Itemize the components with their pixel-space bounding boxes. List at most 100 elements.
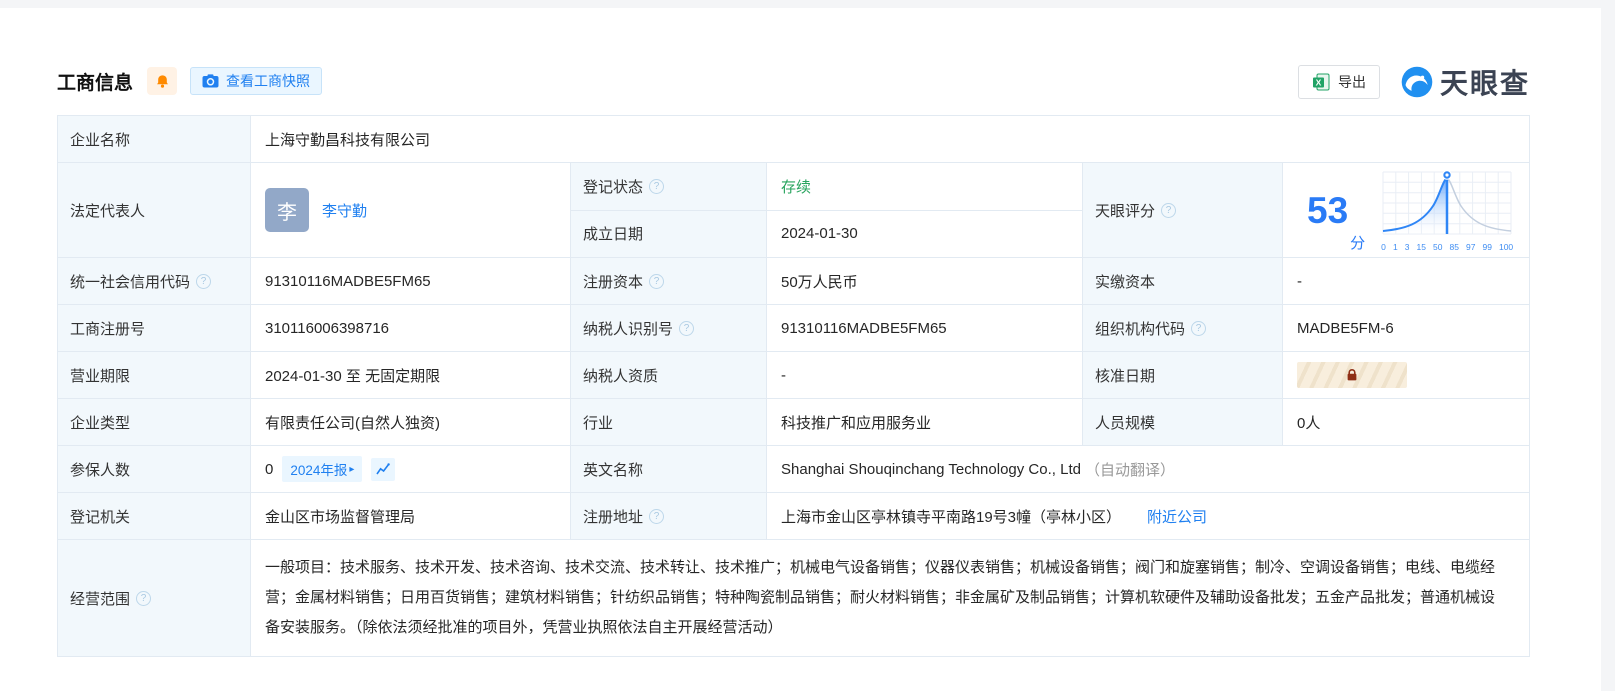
credit-code-label: 统一社会信用代码 [58,258,251,305]
credit-code-value: 91310116MADBE5FM65 [251,258,571,305]
score-axis-tick: 85 [1449,242,1459,253]
business-scope-label: 经营范围 [58,540,251,657]
question-icon[interactable] [649,273,665,289]
taxpayer-id-label: 纳税人识别号 [571,305,767,352]
reg-status-value: 存续 [767,163,1083,211]
score-axis-tick: 50 [1432,242,1443,253]
business-scope-value: 一般项目：技术服务、技术开发、技术咨询、技术交流、技术转让、技术推广；机械电气设… [251,540,1530,657]
question-icon[interactable] [1161,202,1177,218]
taxpayer-quality-label: 纳税人资质 [571,352,767,399]
row-credit-code: 统一社会信用代码 91310116MADBE5FM65 注册资本 50万人民币 … [58,258,1530,305]
business-scope-label-text: 经营范围 [70,590,131,608]
insured-count-number: 0 [265,460,274,478]
company-type-value: 有限责任公司(自然人独资) [251,399,571,446]
reg-address-text: 上海市金山区亭林镇寺平南路19号3幢（亭林小区） [781,508,1122,526]
reg-status-label: 登记状态 [571,163,767,211]
row-business-term: 营业期限 2024-01-30 至 无固定期限 纳税人资质 - 核准日期 [58,352,1530,399]
row-reg-status: 登记状态 存续 [571,163,1083,211]
english-name-text: Shanghai Shouqinchang Technology Co., Lt… [781,460,1081,478]
credit-code-label-text: 统一社会信用代码 [70,273,191,291]
taxpayer-quality-value: - [767,352,1083,399]
annual-report-link[interactable]: 2024年报 ▸ [282,456,363,482]
legal-rep-label: 法定代表人 [58,163,251,258]
reg-capital-value: 50万人民币 [767,258,1083,305]
camera-icon [202,74,219,88]
score-axis-tick: 100 [1498,242,1514,253]
reg-address-label: 注册地址 [571,493,767,540]
score-curve-chart [1382,170,1512,235]
legal-rep-name-link[interactable]: 李守勤 [322,200,367,221]
header-actions: X 导出 天眼查 [1297,62,1530,102]
question-icon[interactable] [136,590,152,606]
english-name-value: Shanghai Shouqinchang Technology Co., Lt… [767,446,1530,493]
insured-trend-button[interactable] [371,457,396,481]
industry-label: 行业 [571,399,767,446]
excel-icon: X [1312,73,1330,91]
org-code-value: MADBE5FM-6 [1283,305,1530,352]
status-date-block: 登记状态 存续 成立日期 2024-01-30 [571,163,1083,258]
question-icon[interactable] [679,320,695,336]
reg-authority-value: 金山区市场监督管理局 [251,493,571,540]
reg-authority-label: 登记机关 [58,493,251,540]
insured-count-value: 0 2024年报 ▸ [251,446,571,493]
reg-address-value: 上海市金山区亭林镇寺平南路19号3幢（亭林小区） 附近公司 [767,493,1530,540]
row-establish-date: 成立日期 2024-01-30 [571,210,1083,258]
view-snapshot-button[interactable]: 查看工商快照 [190,67,323,95]
taxpayer-id-label-text: 纳税人识别号 [583,320,674,338]
staff-size-label: 人员规模 [1083,399,1283,446]
bell-icon [156,74,168,88]
question-icon[interactable] [1191,320,1207,336]
row-company-name: 企业名称 上海守勤昌科技有限公司 [58,116,1530,163]
score-axis-tick: 15 [1416,242,1426,253]
page-title: 工商信息 [57,72,134,94]
paid-capital-value: - [1283,258,1530,305]
score-distribution-chart: 0 1 3 15 50 85 97 99 100 [1381,168,1513,252]
business-info-panel: 工商信息 查看工商快照 X 导出 天眼查 企业名称 上海守勤昌科技有限公司 法定… [0,8,1601,691]
score-number: 53 [1307,189,1349,231]
reg-address-label-text: 注册地址 [583,508,644,526]
score-axis-tick: 99 [1482,242,1492,253]
reg-number-label: 工商注册号 [58,305,251,352]
approval-date-value [1283,352,1530,399]
legal-rep-value: 李 李守勤 [251,163,571,258]
score-axis-tick: 0 [1381,242,1386,253]
company-name-label: 企业名称 [58,116,251,163]
score-unit: 分 [1350,235,1366,252]
org-code-label-text: 组织机构代码 [1095,320,1186,338]
question-icon[interactable] [649,508,665,524]
company-type-label: 企业类型 [58,399,251,446]
row-reg-number: 工商注册号 310116006398716 纳税人识别号 91310116MAD… [58,305,1530,352]
business-term-value: 2024-01-30 至 无固定期限 [251,352,571,399]
question-icon[interactable] [196,273,212,289]
question-icon[interactable] [649,178,665,194]
subscribe-bell-button[interactable] [147,67,178,95]
taxpayer-id-value: 91310116MADBE5FM65 [767,305,1083,352]
legal-rep-avatar[interactable]: 李 [265,188,309,232]
reg-capital-label-text: 注册资本 [583,273,644,291]
locked-value-badge[interactable] [1297,362,1407,388]
score-axis-tick: 97 [1465,242,1476,253]
industry-value: 科技推广和应用服务业 [767,399,1083,446]
line-chart-icon [376,463,391,475]
nearby-companies-link[interactable]: 附近公司 [1147,506,1207,527]
export-button-label: 导出 [1337,74,1366,90]
paid-capital-label: 实缴资本 [1083,258,1283,305]
tyc-score-value: 53 分 0 1 3 15 50 85 97 99 100 [1283,163,1530,258]
annual-report-label: 2024年报 [290,463,348,478]
business-info-table: 企业名称 上海守勤昌科技有限公司 法定代表人 李 李守勤 登记状态 存续 [57,115,1530,657]
row-insured-count: 参保人数 0 2024年报 ▸ 英文名称 Shanghai Shouqincha… [58,446,1530,493]
row-business-scope: 经营范围 一般项目：技术服务、技术开发、技术咨询、技术交流、技术转让、技术推广；… [58,540,1530,657]
insured-count-label: 参保人数 [58,446,251,493]
export-button[interactable]: X 导出 [1297,65,1380,99]
row-reg-authority: 登记机关 金山区市场监督管理局 注册地址 上海市金山区亭林镇寺平南路19号3幢（… [58,493,1530,540]
score-axis-tick: 3 [1404,242,1410,253]
lock-icon [1347,369,1357,381]
tianyancha-logo: 天眼查 [1400,62,1530,102]
snapshot-button-label: 查看工商快照 [226,73,311,89]
tianyancha-logo-text: 天眼查 [1439,68,1530,99]
row-company-type: 企业类型 有限责任公司(自然人独资) 行业 科技推广和应用服务业 人员规模 0人 [58,399,1530,446]
approval-date-label: 核准日期 [1083,352,1283,399]
tyc-score-label: 天眼评分 [1083,163,1283,258]
business-term-label: 营业期限 [58,352,251,399]
establish-date-value: 2024-01-30 [767,210,1083,258]
